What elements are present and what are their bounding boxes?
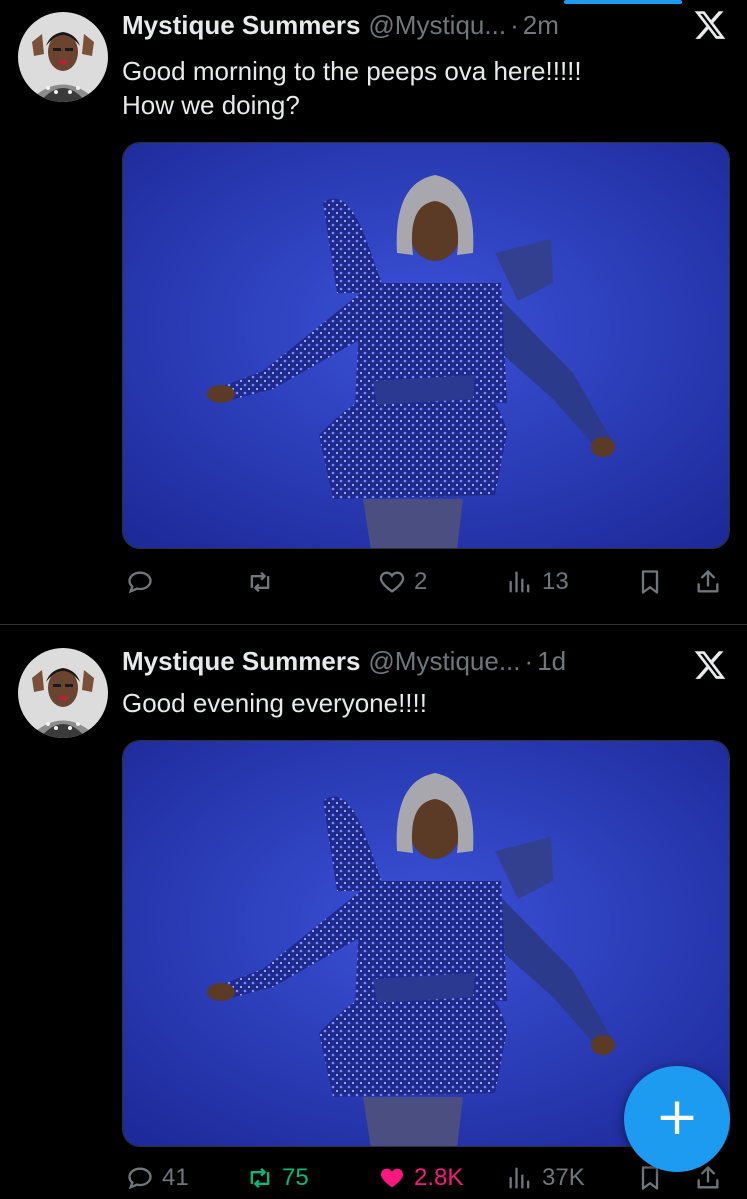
tweet-actions: 2 13 — [122, 562, 730, 602]
tweet-text: Good evening everyone!!!! — [122, 688, 427, 718]
avatar[interactable] — [18, 12, 108, 102]
timestamp[interactable]: 1d — [537, 646, 566, 677]
x-logo-icon[interactable] — [693, 8, 727, 42]
compose-button[interactable]: + — [624, 1066, 730, 1172]
share-button[interactable] — [694, 562, 722, 602]
separator: · — [510, 9, 519, 40]
reply-count: 41 — [162, 1164, 189, 1191]
tweet[interactable]: Mystique Summers @Mystiqu... · 2m Good m… — [0, 0, 747, 624]
views-icon — [509, 571, 530, 593]
reply-button[interactable]: 41 — [126, 1158, 189, 1198]
tweet-divider — [0, 624, 747, 625]
views-icon — [509, 1167, 530, 1189]
tweet-header: Mystique Summers @Mystique... · 1d — [122, 643, 657, 679]
like-count: 2.8K — [414, 1164, 464, 1191]
reply-icon — [128, 1167, 152, 1190]
heart-icon — [379, 571, 405, 593]
user-handle[interactable]: @Mystiqu... — [368, 10, 506, 41]
tweet-photo[interactable] — [122, 142, 730, 549]
retweet-icon — [250, 571, 270, 593]
display-name[interactable]: Mystique Summers — [122, 646, 360, 677]
compose-plus-icon: + — [655, 1087, 699, 1147]
like-button[interactable]: 2 — [378, 562, 427, 602]
heart-icon — [380, 1168, 404, 1188]
share-icon — [697, 1166, 719, 1189]
retweet-count: 75 — [282, 1164, 309, 1191]
views-button[interactable]: 37K — [506, 1158, 585, 1198]
user-handle[interactable]: @Mystique... — [368, 646, 520, 677]
tweet-text: Good morning to the peeps ova here!!!!! … — [122, 56, 582, 120]
view-count: 13 — [542, 568, 569, 595]
view-count: 37K — [542, 1164, 585, 1191]
bookmark-button[interactable] — [636, 562, 664, 602]
separator: · — [524, 645, 534, 676]
views-button[interactable]: 13 — [506, 562, 569, 602]
tweet-header: Mystique Summers @Mystiqu... · 2m — [122, 7, 657, 43]
tweet-actions: 41 75 2.8K 37K — [122, 1158, 730, 1198]
like-count: 2 — [414, 568, 428, 595]
x-logo-icon[interactable] — [693, 648, 727, 682]
timestamp[interactable]: 2m — [523, 10, 559, 41]
like-button[interactable]: 2.8K — [378, 1158, 463, 1198]
avatar[interactable] — [18, 648, 108, 738]
retweet-button[interactable] — [246, 562, 282, 602]
display-name[interactable]: Mystique Summers — [122, 10, 360, 41]
reply-button[interactable] — [126, 562, 162, 602]
retweet-button[interactable]: 75 — [246, 1158, 309, 1198]
reply-icon — [128, 571, 152, 594]
retweet-icon — [250, 1167, 270, 1189]
share-icon — [697, 570, 719, 593]
bookmark-icon — [641, 570, 659, 594]
